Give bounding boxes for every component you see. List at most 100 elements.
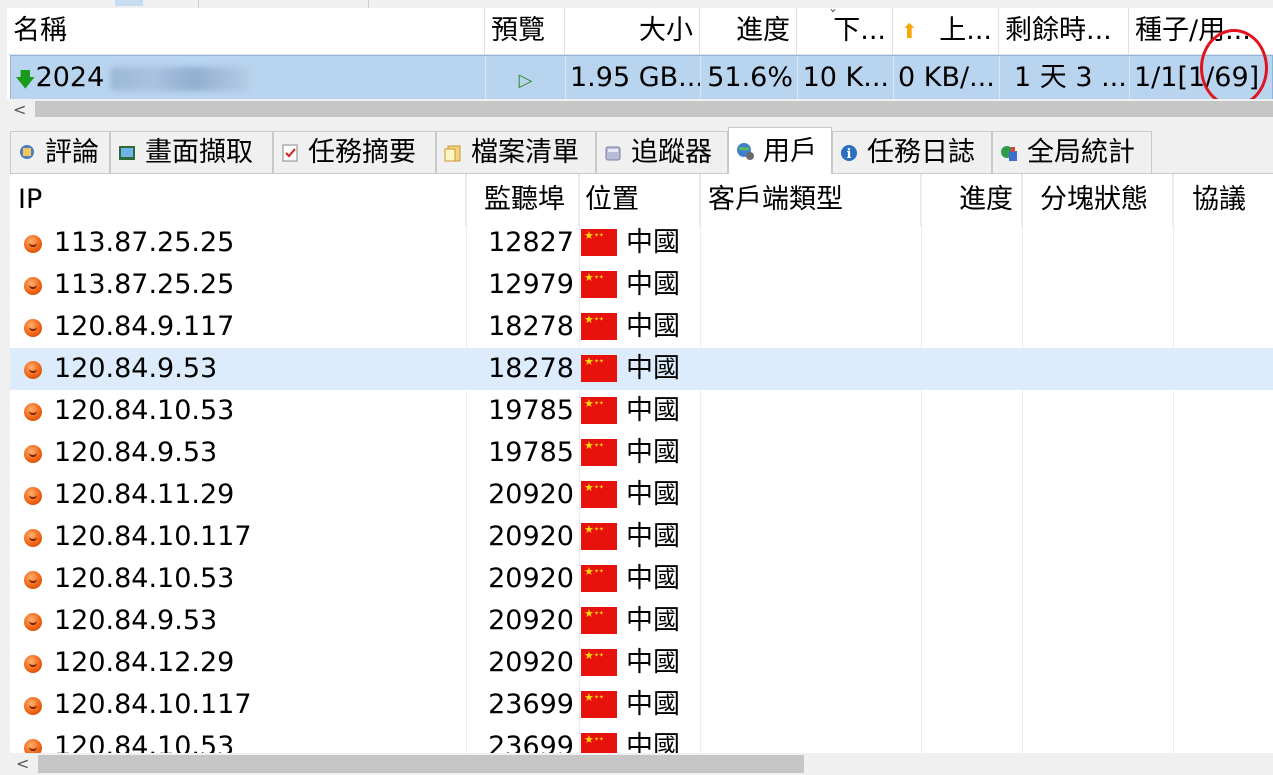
china-flag-icon [581,271,617,298]
scroll-thumb[interactable] [38,755,804,773]
peer-ip: 120.84.9.53 [54,437,218,468]
peer-location-label: 中國 [626,521,680,552]
tab-file-list-label: 檔案清單 [471,137,579,168]
peer-row[interactable]: 120.84.10.53 23699 中國 [10,726,1273,754]
peer-row[interactable]: 120.84.9.117 18278 中國 [10,306,1273,348]
peer-row[interactable]: 120.84.9.53 18278 中國 [10,348,1273,390]
col-name[interactable]: 名稱 [7,8,485,54]
peer-location-label: 中國 [626,647,680,678]
peer-ip: 120.84.9.117 [54,311,235,342]
peer-status-icon [24,277,42,295]
peer-location: 中國 [580,558,700,600]
col-download[interactable]: ˇ 下... [797,8,893,54]
peer-ip: 120.84.9.53 [54,605,218,636]
peer-status-icon [24,613,42,631]
peers-icon [737,143,754,160]
scroll-left-icon[interactable]: < [13,99,26,121]
col-size[interactable]: 大小 [565,8,700,54]
peer-row[interactable]: 120.84.9.53 20920 中國 [10,600,1273,642]
peer-location: 中國 [580,432,700,474]
peer-col-location[interactable]: 位置 [579,174,700,226]
stats-icon [1001,146,1017,161]
tab-comments[interactable]: 評論 [10,131,110,173]
tab-trackers[interactable]: 追蹤器 [596,131,728,173]
peer-row[interactable]: 113.87.25.25 12827 中國 [10,222,1273,264]
peer-row[interactable]: 120.84.10.117 23699 中國 [10,684,1273,726]
tab-stats[interactable]: 全局統計 [992,131,1152,173]
peer-location: 中國 [580,516,700,558]
col-remaining-label: 剩餘時... [1005,15,1112,46]
peers-hscrollbar[interactable]: < [10,753,1273,775]
peer-ip: 113.87.25.25 [54,269,235,300]
peer-ip: 120.84.11.29 [54,479,235,510]
peer-port: 23699 [488,731,574,754]
summary-icon [282,144,298,162]
tab-peers-label: 用戶 [763,136,817,167]
torrent-list-hscrollbar[interactable]: < [7,99,1273,121]
col-size-label: 大小 [639,15,693,46]
china-flag-icon [581,733,617,754]
peers-panel[interactable]: IP 監聽埠 位置 客戶端類型 進度 分塊狀態 協議 113.87.25.25 1… [10,173,1273,754]
peer-row[interactable]: 120.84.10.117 20920 中國 [10,516,1273,558]
peer-col-pieces[interactable]: 分塊狀態 [1022,174,1173,226]
svg-text:i: i [847,147,852,162]
peer-port: 12827 [488,227,574,258]
tab-screenshot[interactable]: 畫面擷取 [110,131,273,173]
torrent-name-cell: 🡇2024 [11,56,486,99]
peer-row[interactable]: 120.84.10.53 19785 中國 [10,390,1273,432]
col-preview-label: 預覽 [491,15,545,46]
preview-play-icon: ▷ [518,70,533,91]
peer-status-icon [24,571,42,589]
peer-location: 中國 [580,264,700,306]
torrent-list[interactable]: 名稱 預覽 大小 進度 ˇ 下... ⬆ 上... 剩餘時... 種子/用...… [7,8,1273,100]
peer-row[interactable]: 120.84.11.29 20920 中國 [10,474,1273,516]
peer-row[interactable]: 120.84.12.29 20920 中國 [10,642,1273,684]
peer-status-icon [24,655,42,673]
tab-summary[interactable]: 任務摘要 [273,131,436,173]
peer-status-icon [24,319,42,337]
preview-cell[interactable]: ▷ [486,56,566,99]
torrent-row[interactable]: 🡇2024 ▷ 1.95 GB... 51.6% 10 K... 0 KB/..… [10,55,1273,100]
peer-location: 中國 [580,726,700,754]
peer-col-client[interactable]: 客戶端類型 [700,174,921,226]
red-circle-annotation [1200,29,1268,107]
peer-port: 19785 [488,395,574,426]
scroll-thumb[interactable] [35,101,1273,117]
peer-col-protocol[interactable]: 協議 [1173,174,1273,226]
col-upload[interactable]: ⬆ 上... [893,8,999,54]
tracker-icon [605,146,621,161]
peer-row[interactable]: 120.84.9.53 19785 中國 [10,432,1273,474]
tab-file-list[interactable]: 檔案清單 [436,131,596,173]
col-progress[interactable]: 進度 [700,8,797,54]
peer-location-label: 中國 [626,269,680,300]
tab-trackers-label: 追蹤器 [631,137,712,168]
download-speed-cell: 10 K... [798,56,894,99]
col-name-label: 名稱 [13,15,67,46]
peer-location-label: 中國 [626,395,680,426]
peer-col-progress[interactable]: 進度 [921,174,1022,226]
china-flag-icon [581,607,617,634]
scroll-left-icon[interactable]: < [16,753,29,775]
china-flag-icon [581,481,617,508]
peer-status-icon [24,361,42,379]
peer-location-label: 中國 [626,479,680,510]
peer-ip: 120.84.10.53 [54,731,235,754]
peer-status-icon [24,403,42,421]
peer-location-label: 中國 [626,689,680,720]
peer-col-ip[interactable]: IP [10,174,466,226]
blurred-name-redaction [110,66,251,91]
peer-row[interactable]: 113.87.25.25 12979 中國 [10,264,1273,306]
peer-location-label: 中國 [626,311,680,342]
tab-peers[interactable]: 用戶 [728,127,832,174]
china-flag-icon [581,649,617,676]
peer-ip: 120.84.12.29 [54,647,235,678]
peer-row[interactable]: 120.84.10.53 20920 中國 [10,558,1273,600]
col-preview[interactable]: 預覽 [485,8,565,54]
tab-stats-label: 全局統計 [1027,137,1135,168]
peer-col-port[interactable]: 監聽埠 [466,174,579,226]
tab-log[interactable]: i 任務日誌 [832,131,992,173]
torrent-name: 2024 [35,62,105,93]
col-remaining[interactable]: 剩餘時... [999,8,1129,54]
peer-location: 中國 [580,642,700,684]
col-progress-label: 進度 [736,15,790,46]
